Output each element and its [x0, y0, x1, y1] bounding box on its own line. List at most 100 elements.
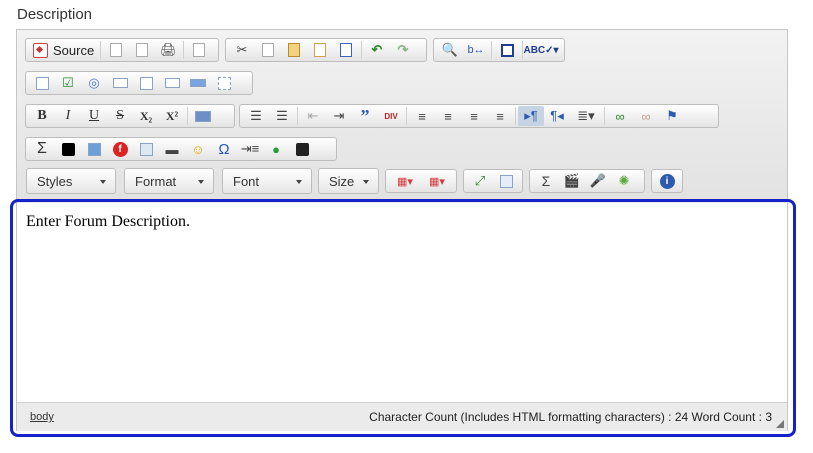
copy-icon: [262, 43, 274, 57]
styles-combo[interactable]: Styles: [26, 168, 116, 194]
font-combo-label: Font: [233, 173, 260, 189]
youtube-icon: [295, 142, 309, 156]
math-tool-button[interactable]: Σ: [533, 171, 559, 191]
show-blocks-button[interactable]: [493, 171, 519, 191]
size-combo-label: Size: [329, 173, 355, 189]
undo-button[interactable]: ↶: [364, 40, 390, 60]
paste-word-icon: [340, 43, 352, 57]
blockquote-button[interactable]: ”: [352, 106, 378, 126]
textfield-button[interactable]: [107, 73, 133, 93]
numbered-list-icon: ☰: [250, 108, 262, 123]
language-button[interactable]: ≣▾: [570, 106, 602, 126]
font-combo[interactable]: Font: [222, 168, 312, 194]
magnifier-icon: 🔍: [441, 42, 459, 57]
align-left-icon: ≡: [418, 108, 426, 124]
new-page-button[interactable]: [103, 40, 129, 60]
hidden-field-button[interactable]: [211, 73, 237, 93]
preview-button[interactable]: [129, 40, 155, 60]
bold-button[interactable]: B: [29, 106, 55, 126]
underline-button[interactable]: U: [81, 106, 107, 126]
smiley-button[interactable]: ☺: [185, 139, 211, 159]
cut-button[interactable]: ✂: [229, 40, 255, 60]
bg-color-icon: ▦▾: [429, 175, 445, 188]
youtube-button[interactable]: [289, 139, 315, 159]
textarea-icon: [139, 76, 153, 90]
remove-format-button[interactable]: [190, 106, 216, 126]
templates-button[interactable]: [186, 40, 212, 60]
superscript-button[interactable]: X²: [159, 106, 185, 126]
paste-word-button[interactable]: [333, 40, 359, 60]
spellcheck-button[interactable]: ABC✓▾: [523, 40, 558, 60]
math-button[interactable]: Σ: [29, 139, 55, 159]
bg-color-button[interactable]: ▦▾: [421, 171, 453, 191]
indent-button[interactable]: ⇥: [326, 106, 352, 126]
form-button[interactable]: [29, 73, 55, 93]
text-color-button[interactable]: ▦▾: [389, 171, 421, 191]
paste-button[interactable]: [281, 40, 307, 60]
size-combo[interactable]: Size: [318, 168, 379, 194]
flash-button[interactable]: f: [107, 139, 133, 159]
anchor-button[interactable]: ⚑: [659, 106, 685, 126]
maximize-button[interactable]: ⤢: [467, 171, 493, 191]
align-right-button[interactable]: ≡: [461, 106, 487, 126]
form-button-button[interactable]: [185, 73, 211, 93]
textarea-button[interactable]: [133, 73, 159, 93]
templates-icon: [193, 43, 206, 57]
editor-content-area[interactable]: Enter Forum Description.: [17, 203, 787, 402]
outdent-button[interactable]: ⇤: [300, 106, 326, 126]
print-button[interactable]: 🖨: [155, 40, 181, 60]
italic-button[interactable]: I: [55, 106, 81, 126]
text-direction-rtl-button[interactable]: ¶◂: [544, 106, 570, 126]
basic-styles-group: B I U S X₂ X²: [25, 104, 235, 128]
select-field-button[interactable]: [159, 73, 185, 93]
paragraph-group: ☰ ☰ ⇤ ⇥ ” DIV ≡ ≡ ≡ ≡ ▸¶ ¶◂ ≣▾ ∞ ∞ ⚑: [239, 104, 719, 128]
image-upload-button[interactable]: [81, 139, 107, 159]
format-combo-label: Format: [135, 173, 177, 189]
copy-button[interactable]: [255, 40, 281, 60]
strike-button[interactable]: S: [107, 106, 133, 126]
subscript-button[interactable]: X₂: [133, 106, 159, 126]
editor-text[interactable]: Enter Forum Description.: [26, 213, 190, 231]
paste-icon: [288, 43, 300, 57]
align-left-button[interactable]: ≡: [409, 106, 435, 126]
tools-group: ⤢: [463, 169, 523, 193]
paste-text-icon: [314, 43, 326, 57]
checkbox-button[interactable]: ☑: [55, 73, 81, 93]
resize-grip-icon[interactable]: [776, 420, 784, 428]
paste-text-button[interactable]: [307, 40, 333, 60]
page-break-icon: ⇥≡: [240, 141, 260, 156]
redo-icon: ↷: [397, 42, 409, 57]
format-combo[interactable]: Format: [124, 168, 214, 194]
justify-button[interactable]: ≡: [487, 106, 513, 126]
iframe-button[interactable]: ●: [263, 139, 289, 159]
div-button[interactable]: DIV: [378, 106, 404, 126]
link-button[interactable]: ∞: [607, 106, 633, 126]
bulleted-list-button[interactable]: ☰: [269, 106, 295, 126]
horizontal-rule-button[interactable]: ▬: [159, 139, 185, 159]
image-upload-icon: [87, 142, 101, 156]
image-button[interactable]: [55, 139, 81, 159]
page-break-button[interactable]: ⇥≡: [237, 139, 263, 159]
element-path-body[interactable]: body: [30, 411, 54, 423]
radio-icon: ◎: [88, 75, 100, 90]
rich-text-editor: Source 🖨 ✂ ↶ ↷ 🔍 b↔ ABC✓▾ ☑ ◎ B I U S X₂…: [16, 29, 788, 431]
text-direction-ltr-button[interactable]: ▸¶: [518, 106, 544, 126]
redo-button[interactable]: ↷: [390, 40, 416, 60]
align-center-button[interactable]: ≡: [435, 106, 461, 126]
unlink-button[interactable]: ∞: [633, 106, 659, 126]
table-button[interactable]: [133, 139, 159, 159]
source-button[interactable]: Source: [29, 40, 98, 60]
rtl-icon: ¶◂: [550, 108, 564, 123]
find-button[interactable]: 🔍: [437, 40, 463, 60]
numbered-list-button[interactable]: ☰: [243, 106, 269, 126]
radio-button[interactable]: ◎: [81, 73, 107, 93]
about-button[interactable]: i: [655, 171, 679, 191]
special-char-button[interactable]: Ω: [211, 139, 237, 159]
colors-group: ▦▾ ▦▾: [385, 169, 457, 193]
media-button[interactable]: 🎬: [559, 171, 585, 191]
about-group: i: [651, 169, 683, 193]
select-all-button[interactable]: [494, 40, 520, 60]
widget-button[interactable]: ✺: [611, 171, 637, 191]
replace-button[interactable]: b↔: [463, 40, 489, 60]
audio-button[interactable]: 🎤: [585, 171, 611, 191]
